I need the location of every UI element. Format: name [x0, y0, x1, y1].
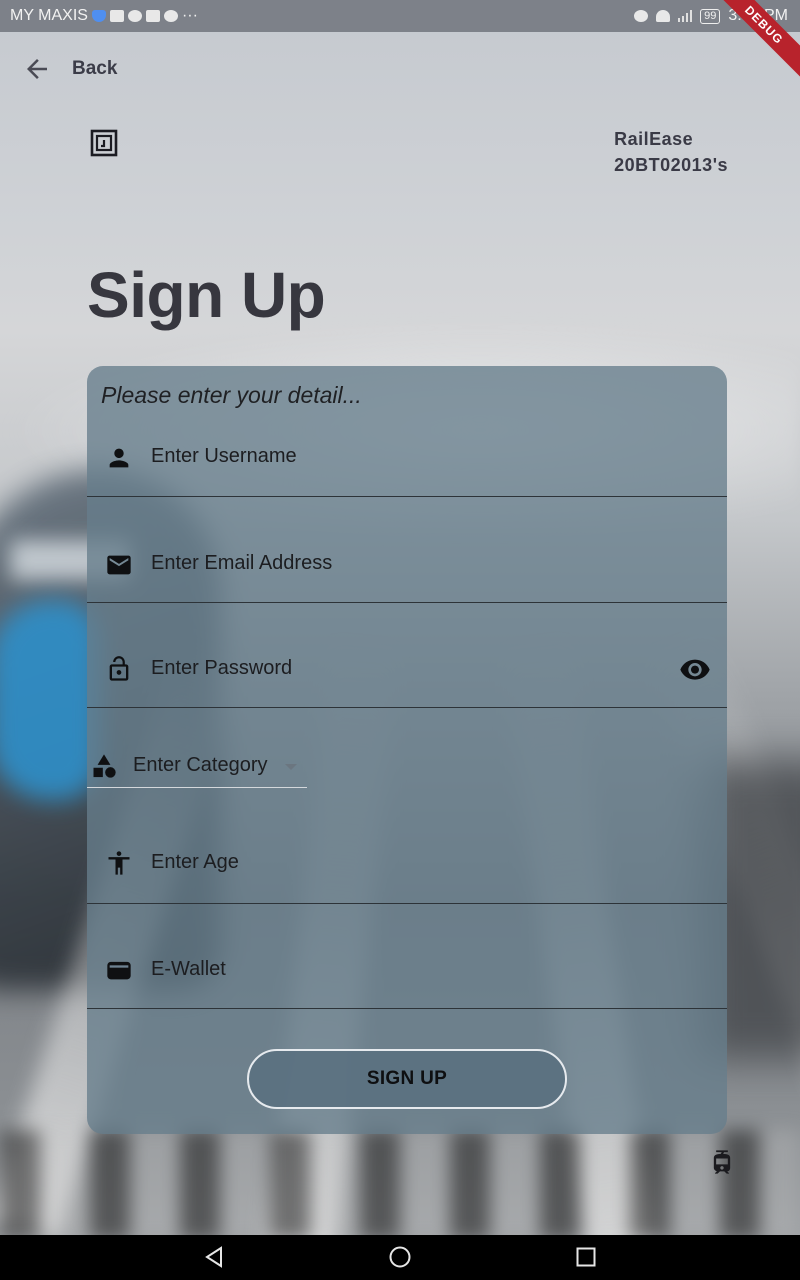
battery-icon: 99: [700, 8, 721, 24]
back-label: Back: [72, 58, 118, 79]
mail-icon: [109, 10, 124, 22]
eye-icon[interactable]: [679, 658, 711, 680]
password-placeholder: Enter Password: [151, 657, 293, 679]
lock-icon: [109, 656, 129, 681]
status-bar: MY MAXIS ··· 99 3:54 PM: [0, 0, 800, 32]
person-icon: [109, 448, 129, 468]
wallet-field[interactable]: E-Wallet: [87, 903, 727, 1009]
signup-button[interactable]: SIGN UP: [247, 1049, 567, 1109]
chevron-down-icon: [285, 764, 297, 770]
brand-label: RailEase 20BT02013's: [614, 126, 728, 178]
username-field[interactable]: Enter Username: [87, 392, 727, 497]
nav-recents-icon[interactable]: [576, 1247, 596, 1267]
password-field[interactable]: Enter Password: [87, 602, 727, 708]
signal-icon: [678, 10, 693, 22]
wallet-icon: [107, 961, 131, 980]
brand-id: 20BT02013's: [614, 155, 728, 175]
wifi-icon: [656, 10, 671, 22]
page-title: Sign Up: [87, 259, 326, 331]
category-dropdown[interactable]: Enter Category: [87, 732, 307, 788]
cloud-icon: [127, 10, 142, 22]
accessibility-icon: [108, 851, 130, 875]
chat-icon: [163, 10, 178, 22]
more-notifications: ···: [181, 7, 198, 24]
category-placeholder: Enter Category: [133, 754, 268, 776]
system-nav-bar: [0, 1235, 800, 1280]
nav-home-icon[interactable]: [389, 1246, 411, 1268]
signup-form-card: Please enter your detail... Enter Userna…: [87, 366, 727, 1134]
age-placeholder: Enter Age: [151, 851, 239, 873]
age-field[interactable]: Enter Age: [87, 798, 727, 904]
category-icon: [93, 754, 116, 778]
email-field[interactable]: Enter Email Address: [87, 497, 727, 603]
back-arrow-icon: [27, 59, 47, 79]
wallet-placeholder: E-Wallet: [151, 958, 226, 980]
email-icon: [107, 555, 131, 575]
logo-icon: [90, 129, 118, 157]
email-placeholder: Enter Email Address: [151, 552, 333, 574]
carrier-label: MY MAXIS: [10, 7, 88, 24]
shop-icon: [145, 10, 160, 22]
app-bar: Back: [0, 32, 800, 108]
back-button[interactable]: Back: [22, 54, 117, 84]
brand-name: RailEase: [614, 129, 694, 149]
nav-back-icon[interactable]: [203, 1246, 225, 1268]
tram-icon: [713, 1150, 731, 1174]
username-placeholder: Enter Username: [151, 445, 297, 467]
shield-icon: [91, 10, 106, 22]
eye-comfort-icon: [634, 10, 649, 22]
